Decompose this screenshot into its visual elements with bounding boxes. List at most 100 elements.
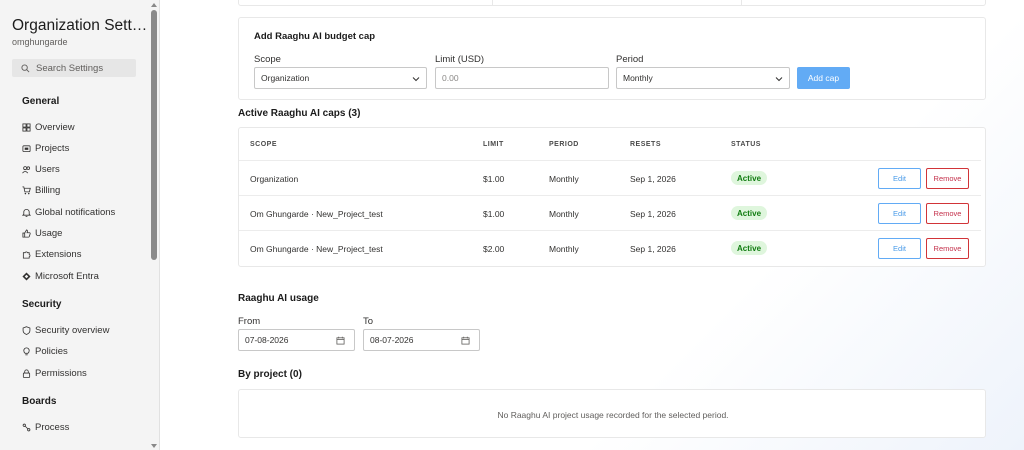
process-icon bbox=[22, 423, 31, 432]
sidebar-item-label: Policies bbox=[35, 346, 68, 357]
cell-limit: $1.00 bbox=[483, 209, 505, 219]
sidebar-item-label: Extensions bbox=[35, 249, 82, 260]
cell-limit: $2.00 bbox=[483, 244, 505, 254]
to-date-value: 08-07-2026 bbox=[370, 335, 414, 345]
nav-heading-boards: Boards bbox=[22, 396, 57, 407]
search-settings-input[interactable]: Search Settings bbox=[12, 59, 136, 77]
calendar-icon[interactable] bbox=[461, 336, 470, 345]
search-icon bbox=[21, 63, 30, 72]
column-header-status: STATUS bbox=[731, 141, 761, 148]
sidebar-item-label: Microsoft Entra bbox=[35, 271, 99, 282]
from-date-input[interactable]: 07-08-2026 bbox=[238, 329, 355, 351]
sidebar-item-policies[interactable]: Policies bbox=[22, 345, 68, 358]
sidebar-item-permissions[interactable]: Permissions bbox=[22, 367, 87, 380]
sidebar-item-billing[interactable]: Billing bbox=[22, 184, 60, 197]
remove-button[interactable]: Remove bbox=[926, 203, 969, 224]
empty-state-message: No Raaghu AI project usage recorded for … bbox=[497, 410, 729, 420]
period-label: Period bbox=[616, 54, 644, 65]
sidebar-item-label: Billing bbox=[35, 185, 61, 196]
sidebar-item-usage[interactable]: Usage bbox=[22, 227, 62, 240]
from-label: From bbox=[238, 316, 261, 327]
cell-scope: Om Ghungarde · New_Project_test bbox=[250, 209, 383, 219]
sidebar-item-label: Usage bbox=[35, 228, 63, 239]
chevron-down-icon bbox=[775, 77, 783, 82]
org-name: omghungarde bbox=[12, 37, 68, 47]
shield-icon bbox=[22, 326, 31, 335]
remove-button[interactable]: Remove bbox=[926, 168, 969, 189]
scrollbar-thumb[interactable] bbox=[151, 10, 157, 260]
period-select-value: Monthly bbox=[623, 73, 653, 83]
to-date-input[interactable]: 08-07-2026 bbox=[363, 329, 480, 351]
usage-title: Raaghu AI usage bbox=[238, 293, 319, 304]
row-divider bbox=[239, 160, 981, 161]
limit-input[interactable]: 0.00 bbox=[435, 67, 609, 89]
status-badge: Active bbox=[731, 171, 768, 185]
puzzle-icon bbox=[22, 251, 31, 259]
cell-resets: Sep 1, 2026 bbox=[630, 244, 676, 254]
sidebar: Organization Settin... omghungarde Searc… bbox=[0, 0, 160, 450]
column-header-resets: RESETS bbox=[630, 141, 662, 148]
sidebar-item-global-notifications[interactable]: Global notifications bbox=[22, 206, 115, 219]
cell-period: Monthly bbox=[549, 244, 579, 254]
remove-button[interactable]: Remove bbox=[926, 238, 969, 259]
nav-heading-general: General bbox=[22, 96, 60, 107]
lightbulb-icon bbox=[23, 347, 30, 356]
row-divider bbox=[239, 195, 981, 196]
sidebar-item-label: Permissions bbox=[35, 368, 87, 379]
sidebar-item-label: Process bbox=[35, 422, 70, 433]
active-caps-title: Active Raaghu AI caps (3) bbox=[238, 108, 361, 119]
column-header-limit: LIMIT bbox=[483, 141, 504, 148]
status-badge: Active bbox=[731, 241, 768, 255]
lock-icon bbox=[22, 369, 31, 378]
bell-icon bbox=[22, 209, 31, 217]
sidebar-item-users[interactable]: Users bbox=[22, 163, 60, 176]
sidebar-item-extensions[interactable]: Extensions bbox=[22, 248, 81, 261]
entra-icon bbox=[22, 272, 31, 281]
limit-label: Limit (USD) bbox=[435, 54, 485, 65]
sidebar-item-security-overview[interactable]: Security overview bbox=[22, 324, 109, 337]
edit-button[interactable]: Edit bbox=[878, 168, 921, 189]
sidebar-item-projects[interactable]: Projects bbox=[22, 142, 69, 155]
status-badge: Active bbox=[731, 206, 768, 220]
budget-cap-title: Add Raaghu AI budget cap bbox=[254, 31, 376, 42]
column-header-period: PERIOD bbox=[549, 141, 579, 148]
scroll-up-arrow-icon[interactable] bbox=[151, 3, 157, 7]
divider bbox=[741, 0, 742, 6]
grid-icon bbox=[22, 123, 31, 132]
scope-select[interactable]: Organization bbox=[254, 67, 427, 89]
cell-period: Monthly bbox=[549, 174, 579, 184]
edit-button[interactable]: Edit bbox=[878, 203, 921, 224]
sidebar-item-label: Projects bbox=[35, 143, 70, 154]
users-icon bbox=[22, 166, 31, 174]
add-cap-button[interactable]: Add cap bbox=[797, 67, 850, 89]
to-label: To bbox=[363, 316, 374, 327]
previous-card-fragment bbox=[238, 0, 986, 6]
sidebar-item-label: Overview bbox=[35, 122, 75, 133]
sidebar-item-label: Security overview bbox=[35, 325, 110, 336]
divider bbox=[492, 0, 493, 6]
cell-resets: Sep 1, 2026 bbox=[630, 209, 676, 219]
cell-scope: Om Ghungarde · New_Project_test bbox=[250, 244, 383, 254]
cell-scope: Organization bbox=[250, 174, 299, 184]
cell-resets: Sep 1, 2026 bbox=[630, 174, 676, 184]
scope-select-value: Organization bbox=[261, 73, 310, 83]
calendar-icon[interactable] bbox=[336, 336, 345, 345]
cell-period: Monthly bbox=[549, 209, 579, 219]
row-divider bbox=[239, 230, 981, 231]
cart-icon bbox=[22, 186, 31, 195]
chevron-down-icon bbox=[412, 77, 420, 82]
cell-limit: $1.00 bbox=[483, 174, 505, 184]
sidebar-item-overview[interactable]: Overview bbox=[22, 121, 75, 134]
sidebar-item-label: Global notifications bbox=[35, 207, 116, 218]
sidebar-item-process[interactable]: Process bbox=[22, 421, 69, 434]
scope-label: Scope bbox=[254, 54, 281, 65]
search-placeholder: Search Settings bbox=[36, 62, 104, 74]
edit-button[interactable]: Edit bbox=[878, 238, 921, 259]
scroll-down-arrow-icon[interactable] bbox=[151, 444, 157, 448]
sidebar-item-label: Users bbox=[35, 164, 60, 175]
nav-heading-security: Security bbox=[22, 299, 62, 310]
period-select[interactable]: Monthly bbox=[616, 67, 790, 89]
sidebar-scrollbar[interactable] bbox=[150, 0, 159, 450]
projects-icon bbox=[22, 145, 31, 153]
sidebar-item-microsoft-entra[interactable]: Microsoft Entra bbox=[22, 270, 99, 283]
